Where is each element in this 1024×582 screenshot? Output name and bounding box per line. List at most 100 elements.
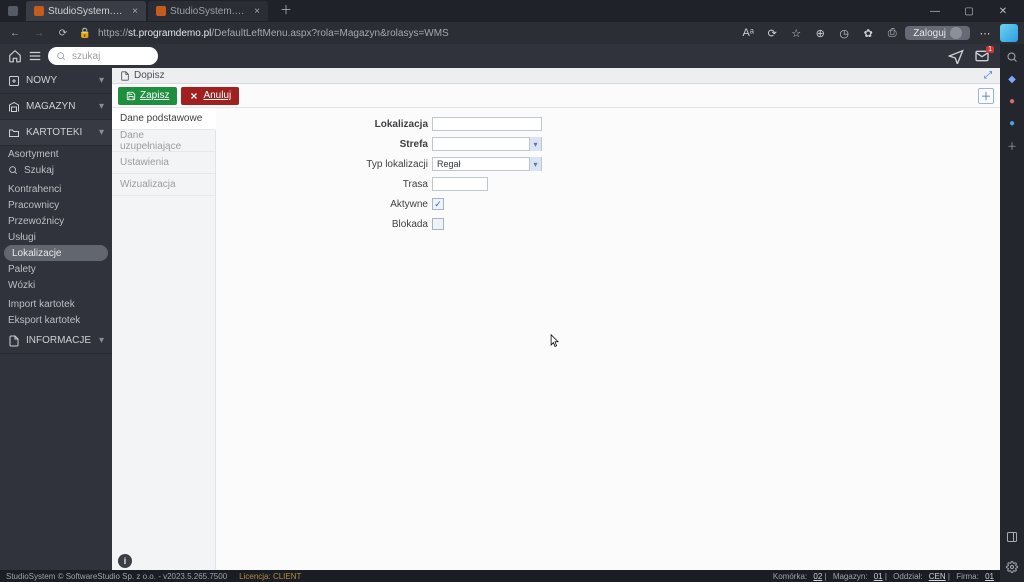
input-lokalizacja[interactable] bbox=[432, 117, 542, 131]
cancel-label: Anuluj bbox=[203, 90, 231, 101]
nav-label: INFORMACJE bbox=[26, 335, 91, 346]
nav-item-palety[interactable]: Palety bbox=[0, 261, 112, 277]
nav-item-import[interactable]: Import kartotek bbox=[0, 296, 112, 312]
nav-item-pracownicy[interactable]: Pracownicy bbox=[0, 197, 112, 213]
lock-icon[interactable]: 🔒 bbox=[78, 24, 92, 42]
panel-title: Dopisz bbox=[134, 70, 165, 81]
nav-item-asortyment[interactable]: Asortyment bbox=[0, 146, 112, 162]
plus-square-icon bbox=[8, 75, 20, 87]
window-maximize-button[interactable]: ▢ bbox=[952, 0, 986, 22]
nav-section-magazyn[interactable]: MAGAZYN ▾ bbox=[0, 94, 112, 120]
label-aktywne: Aktywne bbox=[216, 199, 432, 210]
extensions-icon[interactable]: ✿ bbox=[861, 26, 875, 40]
tab-title: StudioSystem.NET (c) SoftwareS… bbox=[48, 6, 126, 17]
menu-icon[interactable] bbox=[28, 49, 42, 63]
tab-title: StudioSystem.NET (c) SoftwareS… bbox=[170, 6, 248, 17]
nav-item-szukaj[interactable]: Szukaj bbox=[0, 162, 112, 178]
window-close-button[interactable]: ✕ bbox=[986, 0, 1020, 22]
back-button[interactable]: ← bbox=[6, 24, 24, 42]
collections-icon[interactable]: ⊕ bbox=[813, 26, 827, 40]
mouse-cursor-icon bbox=[550, 334, 560, 348]
print-icon[interactable]: ⎙ bbox=[885, 26, 899, 40]
nav-item-eksport[interactable]: Eksport kartotek bbox=[0, 312, 112, 328]
search-icon bbox=[56, 51, 66, 61]
tool-sidecar-icon-2[interactable]: ● bbox=[1005, 94, 1019, 108]
label-blokada: Blokada bbox=[216, 219, 432, 230]
nav-section-kartoteki[interactable]: KARTOTEKI ▾ bbox=[0, 120, 112, 146]
footer-copyright: StudioSystem © SoftwareStudio Sp. z o.o.… bbox=[6, 572, 227, 581]
close-icon bbox=[189, 91, 199, 101]
nav-item-wozki[interactable]: Wózki bbox=[0, 277, 112, 293]
info-badge-icon[interactable]: i bbox=[118, 554, 132, 568]
chevron-down-icon: ▾ bbox=[99, 101, 104, 112]
tab-dane-uzupelniajace[interactable]: Dane uzupełniające bbox=[112, 130, 215, 152]
tab-wizualizacja[interactable]: Wizualizacja bbox=[112, 174, 215, 196]
bing-button[interactable] bbox=[1000, 24, 1018, 42]
chevron-down-icon: ▾ bbox=[99, 335, 104, 346]
label-lokalizacja: Lokalizacja bbox=[216, 119, 432, 130]
tool-sidecar-icon-3[interactable]: ● bbox=[1005, 116, 1019, 130]
user-circle-icon bbox=[950, 27, 962, 39]
checkbox-blokada[interactable] bbox=[432, 218, 444, 230]
sidebar-settings-icon[interactable] bbox=[1005, 560, 1019, 574]
nav-section-nowy[interactable]: NOWY ▾ bbox=[0, 68, 112, 94]
plane-icon[interactable] bbox=[948, 48, 964, 64]
chevron-down-icon: ▾ bbox=[529, 137, 541, 151]
nav-label: NOWY bbox=[26, 75, 57, 86]
app-window-icon bbox=[8, 6, 18, 16]
search-sidebar-icon[interactable] bbox=[1005, 50, 1019, 64]
browser-tab-1[interactable]: StudioSystem.NET (c) SoftwareS… × bbox=[26, 1, 146, 21]
label-strefa: Strefa bbox=[216, 139, 432, 150]
sidebar-panel-icon[interactable] bbox=[1005, 530, 1019, 544]
nav-item-lokalizacje[interactable]: Lokalizacje bbox=[4, 245, 108, 261]
sidebar-add-icon[interactable]: ＋ bbox=[1005, 138, 1019, 152]
side-nav: NOWY ▾ MAGAZYN ▾ KARTOTEKI ▾ Asortyment … bbox=[0, 68, 112, 570]
input-trasa[interactable] bbox=[432, 177, 488, 191]
add-button[interactable]: ＋ bbox=[978, 88, 994, 104]
cancel-button[interactable]: Anuluj bbox=[181, 87, 239, 105]
tab-dane-podstawowe[interactable]: Dane podstawowe bbox=[112, 108, 216, 130]
tab-ustawienia[interactable]: Ustawienia bbox=[112, 152, 215, 174]
select-typ-lokalizacji[interactable]: Regał▾ bbox=[432, 157, 542, 171]
select-strefa[interactable]: ▾ bbox=[432, 137, 542, 151]
app-topbar: szukaj 1 bbox=[0, 44, 1024, 68]
menu-icon[interactable]: ⋯ bbox=[978, 26, 992, 40]
nav-item-przewoznicy[interactable]: Przewoźnicy bbox=[0, 213, 112, 229]
login-button[interactable]: Zaloguj bbox=[905, 26, 970, 40]
home-icon[interactable] bbox=[8, 49, 22, 63]
nav-item-kontrahenci[interactable]: Kontrahenci bbox=[0, 181, 112, 197]
nav-item-uslugi[interactable]: Usługi bbox=[0, 229, 112, 245]
window-minimize-button[interactable]: — bbox=[918, 0, 952, 22]
history-icon[interactable]: ◷ bbox=[837, 26, 851, 40]
select-value: Regał bbox=[433, 159, 529, 169]
tab-favicon-icon bbox=[34, 6, 44, 16]
tab-favicon-icon bbox=[156, 6, 166, 16]
panel-collapse-icon[interactable]: ⤢ bbox=[984, 70, 992, 81]
chevron-down-icon: ▾ bbox=[99, 127, 104, 138]
star-icon[interactable]: ☆ bbox=[789, 26, 803, 40]
browser-titlebar: StudioSystem.NET (c) SoftwareS… × Studio… bbox=[0, 0, 1024, 22]
reload-button[interactable]: ⟳ bbox=[54, 24, 72, 42]
browser-tab-2[interactable]: StudioSystem.NET (c) SoftwareS… × bbox=[148, 1, 268, 21]
tool-sidecar-icon-1[interactable]: ◆ bbox=[1005, 72, 1019, 86]
chevron-down-icon: ▾ bbox=[99, 75, 104, 86]
nav-section-informacje[interactable]: INFORMACJE ▾ bbox=[0, 328, 112, 354]
new-tab-button[interactable]: ＋ bbox=[276, 1, 296, 21]
nav-label: KARTOTEKI bbox=[26, 127, 82, 138]
content-area: Dopisz ⤢ Zapisz Anuluj ＋ Dane podstawowe… bbox=[112, 68, 1000, 570]
forward-button[interactable]: → bbox=[30, 24, 48, 42]
search-input[interactable]: szukaj bbox=[48, 47, 158, 65]
save-button[interactable]: Zapisz bbox=[118, 87, 177, 105]
checkbox-aktywne[interactable]: ✓ bbox=[432, 198, 444, 210]
form-tabs: Dane podstawowe Dane uzupełniające Ustaw… bbox=[112, 108, 216, 570]
footer-license: Licencja: CLIENT bbox=[239, 572, 301, 581]
refresh-icon[interactable]: ⟳ bbox=[765, 26, 779, 40]
tab-close-icon[interactable]: × bbox=[132, 6, 138, 17]
mail-icon[interactable]: 1 bbox=[974, 48, 990, 64]
tab-close-icon[interactable]: × bbox=[254, 6, 260, 17]
edge-sidebar: ◆ ● ● ＋ bbox=[1000, 44, 1024, 582]
login-label: Zaloguj bbox=[913, 28, 946, 39]
search-icon bbox=[8, 165, 18, 175]
address-bar[interactable]: https://st.programdemo.pl/DefaultLeftMen… bbox=[98, 28, 449, 39]
reader-icon[interactable]: Aᵃ bbox=[741, 26, 755, 40]
